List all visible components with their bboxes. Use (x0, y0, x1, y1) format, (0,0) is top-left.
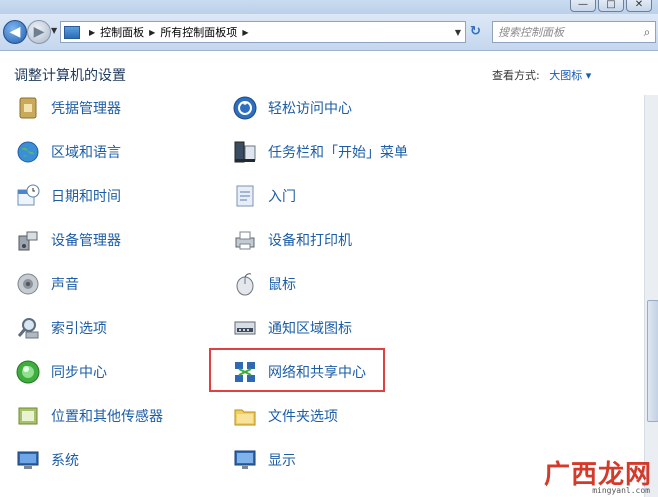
item-label: 文件夹选项 (268, 409, 338, 425)
getting-started-icon (232, 183, 258, 209)
item-label: 显示 (268, 453, 296, 469)
highlight-box (209, 348, 385, 392)
window-title-bar: — □ ✕ (0, 0, 658, 14)
notification-area-icon (232, 315, 258, 341)
item-label: 凭据管理器 (51, 101, 121, 117)
back-button[interactable]: ◀ (3, 20, 27, 44)
item-credential-manager[interactable]: 凭据管理器 (15, 95, 121, 123)
content-header: 调整计算机的设置 查看方式: 大图标 ▾ (0, 51, 658, 95)
item-label: 通知区域图标 (268, 321, 352, 337)
printer-icon (232, 227, 258, 253)
watermark-url: mingyanl.com (592, 486, 650, 495)
forward-button[interactable]: ▶ (27, 20, 51, 44)
magnifier-icon (15, 315, 41, 341)
folder-options-icon (232, 403, 258, 429)
search-placeholder: 搜索控制面板 (498, 26, 564, 39)
breadcrumb-all-items[interactable]: 所有控制面板项 (160, 24, 237, 40)
monitor-icon (232, 447, 258, 473)
item-label: 鼠标 (268, 277, 296, 293)
item-folder-options[interactable]: 文件夹选项 (232, 401, 338, 431)
item-label: 日期和时间 (51, 189, 121, 205)
item-sync-center[interactable]: 同步中心 (15, 357, 107, 387)
item-device-manager[interactable]: 设备管理器 (15, 225, 121, 255)
chevron-right-icon[interactable]: ▶ (149, 28, 155, 37)
view-by-dropdown[interactable]: 大图标 ▾ (549, 69, 591, 82)
item-taskbar-start-menu[interactable]: 任务栏和「开始」菜单 (232, 137, 408, 167)
mouse-icon (232, 271, 258, 297)
item-sound[interactable]: 声音 (15, 269, 79, 299)
search-icon[interactable]: ⌕ (639, 25, 655, 40)
item-devices-printers[interactable]: 设备和打印机 (232, 225, 352, 255)
device-manager-icon (15, 227, 41, 253)
ease-of-access-icon (232, 95, 258, 121)
item-label: 索引选项 (51, 321, 107, 337)
control-panel-items: 凭据管理器 区域和语言 日期和时间 设备管理器 声音 索引选项 同步中心 位置和… (0, 95, 644, 497)
item-region-language[interactable]: 区域和语言 (15, 137, 121, 167)
computer-icon (15, 447, 41, 473)
item-label: 系统 (51, 453, 79, 469)
navigation-toolbar: ◀ ▶ ▼ ▶ 控制面板 ▶ 所有控制面板项 ▶ ▼ ↻ 搜索控制面板 ⌕ (0, 14, 658, 51)
vertical-scrollbar[interactable] (644, 95, 658, 497)
scrollbar-thumb[interactable] (647, 300, 658, 422)
speaker-icon (15, 271, 41, 297)
item-date-time[interactable]: 日期和时间 (15, 181, 121, 211)
chevron-right-icon[interactable]: ▶ (89, 28, 95, 37)
calendar-clock-icon (15, 183, 41, 209)
taskbar-icon (232, 139, 258, 165)
item-notification-area-icons[interactable]: 通知区域图标 (232, 313, 352, 343)
view-by-control: 查看方式: 大图标 ▾ (492, 67, 591, 83)
item-label: 区域和语言 (51, 145, 121, 161)
item-label: 位置和其他传感器 (51, 409, 163, 425)
refresh-button[interactable]: ↻ (470, 24, 481, 39)
close-button[interactable]: ✕ (626, 0, 652, 12)
item-getting-started[interactable]: 入门 (232, 181, 296, 211)
item-mouse[interactable]: 鼠标 (232, 269, 296, 299)
search-input[interactable]: 搜索控制面板 ⌕ (492, 21, 656, 43)
item-indexing-options[interactable]: 索引选项 (15, 313, 107, 343)
window-controls: — □ ✕ (570, 0, 652, 12)
item-label: 任务栏和「开始」菜单 (268, 145, 408, 161)
minimize-button[interactable]: — (570, 0, 596, 12)
item-ease-of-access[interactable]: 轻松访问中心 (232, 95, 352, 123)
view-by-label: 查看方式: (492, 69, 540, 82)
address-dropdown-icon[interactable]: ▼ (455, 28, 461, 37)
item-label: 设备管理器 (51, 233, 121, 249)
item-label: 轻松访问中心 (268, 101, 352, 117)
address-bar[interactable]: ▶ 控制面板 ▶ 所有控制面板项 ▶ ▼ (60, 21, 466, 43)
globe-icon (15, 139, 41, 165)
sync-icon (15, 359, 41, 385)
control-panel-icon (64, 25, 80, 39)
item-display[interactable]: 显示 (232, 445, 296, 475)
item-location-sensors[interactable]: 位置和其他传感器 (15, 401, 163, 431)
item-label: 入门 (268, 189, 296, 205)
item-label: 同步中心 (51, 365, 107, 381)
breadcrumb-control-panel[interactable]: 控制面板 (100, 24, 144, 40)
forward-arrow-icon: ▶ (33, 24, 45, 40)
credential-manager-icon (15, 95, 41, 121)
chevron-right-icon[interactable]: ▶ (242, 28, 248, 37)
back-arrow-icon: ◀ (9, 24, 21, 40)
recent-pages-dropdown[interactable]: ▼ (51, 26, 57, 35)
maximize-button[interactable]: □ (598, 0, 624, 12)
item-label: 声音 (51, 277, 79, 293)
item-label: 设备和打印机 (268, 233, 352, 249)
item-system[interactable]: 系统 (15, 445, 79, 475)
sensor-icon (15, 403, 41, 429)
page-title: 调整计算机的设置 (14, 68, 126, 84)
